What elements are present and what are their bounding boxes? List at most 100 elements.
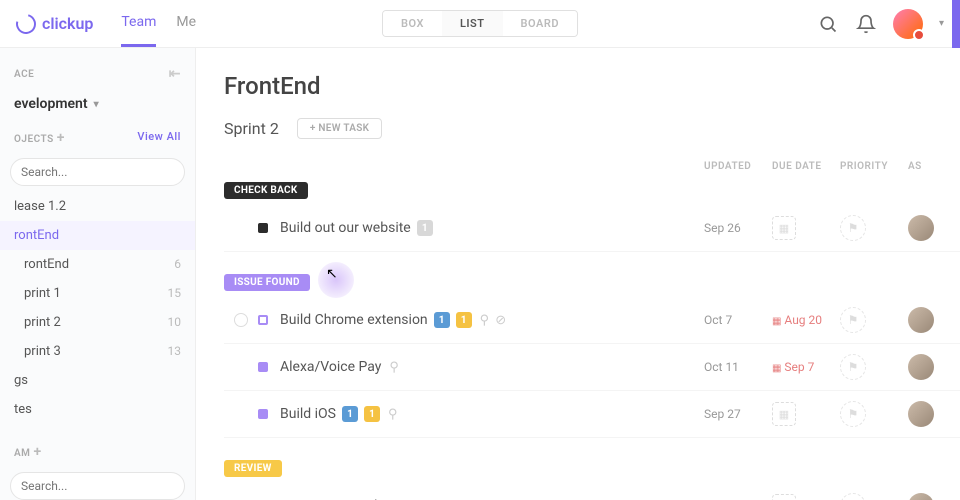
task-group: ISSUE FOUNDBuild Chrome extension11⚲⊘Oct… [224,270,960,438]
view-all-link[interactable]: View All [137,130,181,146]
task-row[interactable]: Alexa/Voice Pay⚲Oct 11▦ Sep 7⚑ [224,344,960,391]
status-square[interactable] [258,315,268,325]
task-name[interactable]: Alexa/Voice Pay [280,359,381,375]
add-project-icon[interactable]: + [57,130,65,146]
sidebar-search [10,158,185,186]
attachment-icon[interactable]: ⚲ [388,407,398,422]
sidebar-item[interactable]: gs [0,366,195,395]
select-circle[interactable] [234,313,248,327]
priority-cell[interactable]: ⚑ [840,401,908,427]
due-date[interactable]: ▦ Aug 20 [772,313,840,327]
chevron-down-icon[interactable]: ▾ [939,18,944,29]
assignee-avatar[interactable] [908,493,934,500]
task-row[interactable]: Build Chrome extension11⚲⊘Oct 7▦ Aug 20⚑ [224,297,960,344]
sprint-title: Sprint 2 [224,119,279,138]
notification-dot [913,29,925,41]
task-row[interactable]: Zapier API Hooks⚲Aug 31▦⚑ [224,483,960,500]
new-task-button[interactable]: + NEW TASK [297,118,383,139]
accent-bar [952,0,960,48]
column-headers: UPDATED DUE DATE PRIORITY AS [224,161,960,172]
sidebar-item[interactable]: print 210 [0,308,195,337]
status-pill[interactable]: CHECK BACK [224,182,308,199]
task-row[interactable]: Build out our website1Sep 26▦⚑ [224,205,960,252]
col-due: DUE DATE [772,161,840,172]
priority-cell[interactable]: ⚑ [840,493,908,500]
updated-date: Oct 7 [704,313,772,327]
col-updated: UPDATED [704,161,772,172]
sidebar-item[interactable]: print 313 [0,337,195,366]
assignee-avatar[interactable] [908,307,934,333]
task-name[interactable]: Build iOS [280,406,336,422]
priority-cell[interactable]: ⚑ [840,307,908,333]
assignee-cell[interactable] [908,354,948,380]
view-switcher: BOX LIST BOARD [382,10,578,37]
logo[interactable]: clickup [16,14,93,34]
task-row[interactable]: Build iOS11⚲Sep 27▦⚑ [224,391,960,438]
task-name[interactable]: Build Chrome extension [280,312,428,328]
sidebar-item[interactable]: print 115 [0,279,195,308]
col-assignee: AS [908,161,948,172]
priority-cell[interactable]: ⚑ [840,215,908,241]
sidebar-item[interactable]: tes [0,395,195,424]
link-icon[interactable]: ⊘ [495,313,506,328]
sidebar-team-header: AM + [0,434,195,466]
due-date-empty[interactable]: ▦ [772,494,840,500]
assignee-cell[interactable] [908,215,948,241]
assignee-cell[interactable] [908,307,948,333]
sidebar-item[interactable]: rontEnd6 [0,250,195,279]
space-label-text: ACE [14,69,34,80]
view-board[interactable]: BOARD [503,11,577,36]
due-date-empty[interactable]: ▦ [772,216,840,240]
assignee-avatar[interactable] [908,215,934,241]
sidebar-space-name[interactable]: evelopment ▾ [0,88,195,120]
sidebar-search-input[interactable] [10,158,185,186]
due-date-empty[interactable]: ▦ [772,402,840,426]
col-priority: PRIORITY [840,161,908,172]
task-group: CHECK BACK Build out our website1Sep 26▦⚑ [224,178,960,252]
status-pill[interactable]: ISSUE FOUND [224,274,310,291]
updated-date: Sep 26 [704,221,772,235]
sidebar-item[interactable]: lease 1.2 [0,192,195,221]
updated-date: Sep 27 [704,407,772,421]
main-content: FrontEnd Sprint 2 + NEW TASK UPDATED DUE… [196,48,960,500]
nav-tab-me[interactable]: Me [176,0,196,47]
search-icon[interactable] [817,13,839,35]
projects-label: OJECTS [14,134,54,145]
view-box[interactable]: BOX [383,11,442,36]
due-date[interactable]: ▦ Sep 7 [772,360,840,374]
sidebar-team-search-input[interactable] [10,472,185,500]
sidebar: ACE ⇤ evelopment ▾ OJECTS + View All lea… [0,48,196,500]
collapse-icon[interactable]: ⇤ [169,66,181,82]
task-group: REVIEWZapier API Hooks⚲Aug 31▦⚑Sprint Pl… [224,456,960,500]
sprint-row: Sprint 2 + NEW TASK [224,118,960,139]
status-square[interactable] [258,223,268,233]
assignee-avatar[interactable] [908,354,934,380]
nav-tabs: Team Me [121,0,196,47]
sidebar-team-search [10,472,185,500]
add-team-icon[interactable]: + [33,444,41,460]
priority-cell[interactable]: ⚑ [840,354,908,380]
bell-icon[interactable] [855,13,877,35]
status-square[interactable] [258,362,268,372]
attachment-icon[interactable]: ⚲ [480,313,490,328]
attachment-icon[interactable]: ⚲ [389,360,399,375]
status-pill[interactable]: REVIEW [224,460,282,477]
view-list[interactable]: LIST [442,11,503,36]
page-title: FrontEnd [224,72,960,100]
logo-icon [12,10,39,37]
topbar: clickup Team Me BOX LIST BOARD ▾ [0,0,960,48]
space-name-text: evelopment [14,96,88,112]
nav-tab-team[interactable]: Team [121,0,156,47]
sidebar-projects-header: OJECTS + View All [0,120,195,152]
task-name[interactable]: Build out our website [280,220,411,236]
team-label: AM [14,448,30,459]
status-square[interactable] [258,409,268,419]
topbar-right: ▾ [817,9,944,39]
assignee-cell[interactable] [908,401,948,427]
sidebar-item[interactable]: rontEnd [0,221,195,250]
sidebar-space-label: ACE ⇤ [0,60,195,88]
brand-text: clickup [42,14,93,33]
assignee-cell[interactable] [908,493,948,500]
assignee-avatar[interactable] [908,401,934,427]
avatar[interactable] [893,9,923,39]
